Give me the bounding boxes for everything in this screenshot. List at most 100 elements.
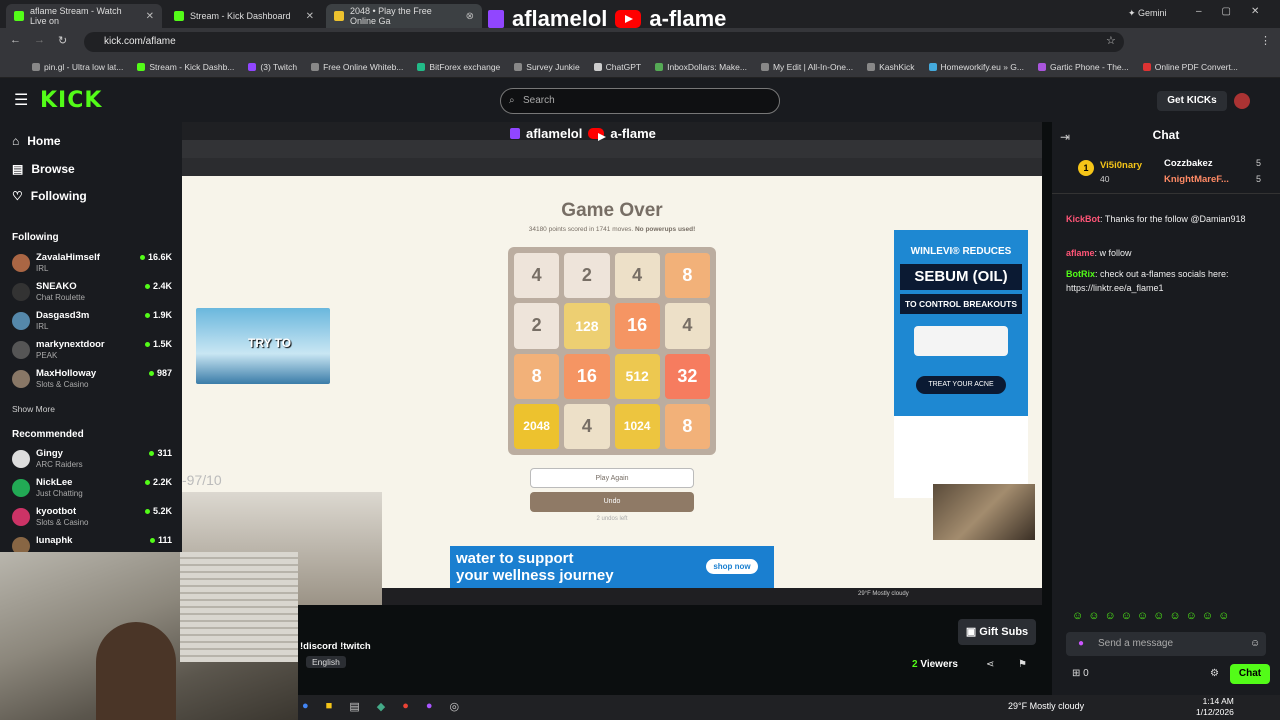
following-heading: Following bbox=[12, 232, 59, 243]
bookmark-item[interactable]: InboxDollars: Make... bbox=[655, 62, 747, 72]
gifter-name[interactable]: KnightMareF... bbox=[1164, 174, 1229, 185]
board-tile: 1024 bbox=[614, 403, 660, 449]
report-icon[interactable]: ⚑ bbox=[1018, 659, 1027, 670]
window-blinds bbox=[180, 552, 298, 662]
menu-icon[interactable]: ⋮ bbox=[1260, 34, 1271, 47]
tab-title: 2048 • Play the Free Online Ga bbox=[350, 6, 432, 26]
sidebar-channel[interactable]: NickLee Just Chatting 2.2K bbox=[12, 477, 172, 505]
url-input[interactable]: kick.com/aflame bbox=[84, 32, 1124, 52]
sidebar-channel[interactable]: Gingy ARC Raiders 311 bbox=[12, 448, 172, 476]
sidebar-channel[interactable]: ZavalaHimself IRL 16.6K bbox=[12, 252, 172, 280]
stream-title: !discord !twitch bbox=[300, 641, 371, 652]
streamer-figure bbox=[96, 622, 176, 720]
kick-header: ☰ KICK ⌕ Search Get KICKs bbox=[0, 78, 1280, 122]
sidebar-channel[interactable]: Dasgasd3m IRL 1.9K bbox=[12, 310, 172, 338]
bookmark-item[interactable]: Survey Junkie bbox=[514, 62, 580, 72]
close-icon[interactable]: ✕ bbox=[146, 11, 154, 22]
forward-icon[interactable]: → bbox=[34, 34, 45, 46]
gifter-name[interactable]: Cozzbakez bbox=[1164, 158, 1213, 169]
get-kicks-button[interactable]: Get KICKs bbox=[1157, 91, 1227, 111]
bookmark-item[interactable]: BitForex exchange bbox=[417, 62, 500, 72]
stream-video-player[interactable]: aflamelol a-flame Game Over 34180 points… bbox=[182, 122, 1042, 605]
twitch-icon bbox=[488, 10, 504, 28]
language-tag[interactable]: English bbox=[306, 656, 346, 668]
bottom-ad-banner[interactable]: water to support your wellness journey sh… bbox=[450, 546, 774, 588]
kick-logo[interactable]: KICK bbox=[40, 88, 102, 113]
gifter-count: 5 bbox=[1256, 174, 1262, 184]
sidebar-channel[interactable]: markynextdoor PEAK 1.5K bbox=[12, 339, 172, 367]
bookmark-star-icon[interactable]: ☆ bbox=[1106, 34, 1116, 47]
browser-tab-bar: aflame Stream - Watch Live on ✕ Stream -… bbox=[0, 0, 1280, 31]
share-icon[interactable]: ⋖ bbox=[986, 659, 994, 670]
play-again-button[interactable]: Play Again bbox=[530, 468, 694, 488]
meme-overlay-image: TRY TO bbox=[196, 308, 330, 384]
top-gifters-bar: 1 Vi5i0nary 40 Cozzbakez 5 KnightMareF..… bbox=[1052, 152, 1280, 194]
tab-title: Stream - Kick Dashboard bbox=[190, 11, 291, 21]
search-input[interactable]: ⌕ Search bbox=[500, 88, 780, 114]
channel-points[interactable]: ⊞ 0 bbox=[1072, 668, 1089, 679]
bookmark-item[interactable]: Homeworkify.eu » G... bbox=[928, 62, 1024, 72]
send-chat-button[interactable]: Chat bbox=[1230, 664, 1270, 684]
mic-icon[interactable]: ● bbox=[1078, 632, 1084, 656]
captured-taskbar: 29°F Mostly cloudy bbox=[382, 588, 1042, 605]
gift-subs-button[interactable]: ▣ Gift Subs bbox=[958, 619, 1036, 645]
bookmark-item[interactable]: pin.gl - Ultra low lat... bbox=[32, 62, 123, 72]
undo-count: 2 undos left bbox=[596, 516, 628, 522]
window-controls[interactable]: –▢✕ bbox=[1196, 6, 1279, 17]
gemini-button[interactable]: ✦ Gemini bbox=[1128, 8, 1167, 19]
bookmark-item[interactable]: Online PDF Convert... bbox=[1142, 62, 1238, 72]
board-tile: 8 bbox=[664, 253, 710, 299]
taskbar-apps[interactable]: ● ■ ▤ ◆ ● ● ◎ bbox=[302, 700, 459, 713]
chat-panel: ⇥ Chat 1 Vi5i0nary 40 Cozzbakez 5 Knight… bbox=[1052, 122, 1280, 720]
bookmark-item[interactable]: (3) Twitch bbox=[248, 62, 297, 72]
sidebar-channel[interactable]: SNEAKO Chat Roulette 2.4K bbox=[12, 281, 172, 309]
tab-kick-stream[interactable]: aflame Stream - Watch Live on ✕ bbox=[6, 4, 162, 28]
youtube-icon bbox=[588, 128, 607, 141]
ad-cta-button[interactable]: TREAT YOUR ACNE bbox=[916, 376, 1006, 394]
weather-widget[interactable]: 29°F Mostly cloudy bbox=[1008, 701, 1084, 711]
board-tile: 2 bbox=[514, 303, 560, 349]
bookmark-item[interactable]: ChatGPT bbox=[593, 62, 641, 72]
tab-title: aflame Stream - Watch Live on bbox=[30, 6, 122, 26]
nav-browse[interactable]: ▤ Browse bbox=[12, 162, 75, 176]
ad-subhead: SEBUM (OIL) bbox=[900, 264, 1022, 290]
youtube-icon bbox=[615, 10, 642, 28]
winlevi-ad[interactable]: WINLEVI® REDUCES SEBUM (OIL) TO CONTROL … bbox=[894, 230, 1028, 498]
sidebar-channel[interactable]: MaxHolloway Slots & Casino 987 bbox=[12, 368, 172, 396]
chat-placeholder: Send a message bbox=[1098, 638, 1174, 649]
bookmark-item[interactable]: Gartic Phone - The... bbox=[1038, 62, 1129, 72]
bookmark-item[interactable]: KashKick bbox=[867, 62, 915, 72]
board-tile: 8 bbox=[514, 353, 560, 399]
viewer-count: 2 Viewers bbox=[912, 659, 958, 670]
gifter-rank-badge: 1 bbox=[1078, 160, 1094, 176]
chat-message: BotRix: check out a-flames socials here:… bbox=[1066, 269, 1229, 293]
back-icon[interactable]: ← bbox=[10, 34, 21, 46]
close-icon[interactable]: ✕ bbox=[306, 11, 314, 22]
board-tile: 4 bbox=[514, 253, 560, 299]
tab-kick-dashboard[interactable]: Stream - Kick Dashboard ✕ bbox=[166, 4, 322, 28]
avatar[interactable] bbox=[1234, 93, 1250, 109]
reload-icon[interactable]: ↻ bbox=[58, 34, 67, 47]
undo-button[interactable]: Undo bbox=[530, 492, 694, 512]
show-more-link[interactable]: Show More bbox=[12, 404, 55, 414]
system-clock[interactable]: 1:14 AM 1/12/2026 bbox=[1196, 696, 1234, 718]
gifter-name[interactable]: Vi5i0nary bbox=[1100, 160, 1142, 171]
emote-bar[interactable]: ☺☺☺☺☺☺☺☺☺☺ bbox=[1072, 610, 1234, 622]
bookmark-item[interactable]: Free Online Whiteb... bbox=[311, 62, 403, 72]
game-over-title: Game Over bbox=[561, 200, 663, 221]
bookmark-item[interactable]: Stream - Kick Dashb... bbox=[137, 62, 234, 72]
gear-icon[interactable]: ⚙ bbox=[1210, 668, 1219, 679]
close-icon[interactable]: ⊗ bbox=[466, 11, 474, 22]
emoji-icon[interactable]: ☺ bbox=[1250, 632, 1260, 656]
chat-input[interactable]: ● Send a message ☺ bbox=[1066, 632, 1266, 656]
nav-following[interactable]: ♡ Following bbox=[12, 189, 87, 203]
hamburger-icon[interactable]: ☰ bbox=[14, 90, 28, 110]
bookmark-item[interactable]: My Edit | All-In-One... bbox=[760, 62, 853, 72]
shop-now-button[interactable]: shop now bbox=[706, 559, 758, 574]
ad-headline: WINLEVI® REDUCES bbox=[910, 246, 1012, 257]
nav-home[interactable]: ⌂ Home bbox=[12, 134, 61, 148]
tab-2048[interactable]: 2048 • Play the Free Online Ga ⊗ bbox=[326, 4, 482, 28]
sidebar-channel[interactable]: kyootbot Slots & Casino 5.2K bbox=[12, 506, 172, 534]
board-tile: 16 bbox=[614, 303, 660, 349]
chat-message: KickBot: Thanks for the follow @Damian91… bbox=[1066, 214, 1246, 224]
